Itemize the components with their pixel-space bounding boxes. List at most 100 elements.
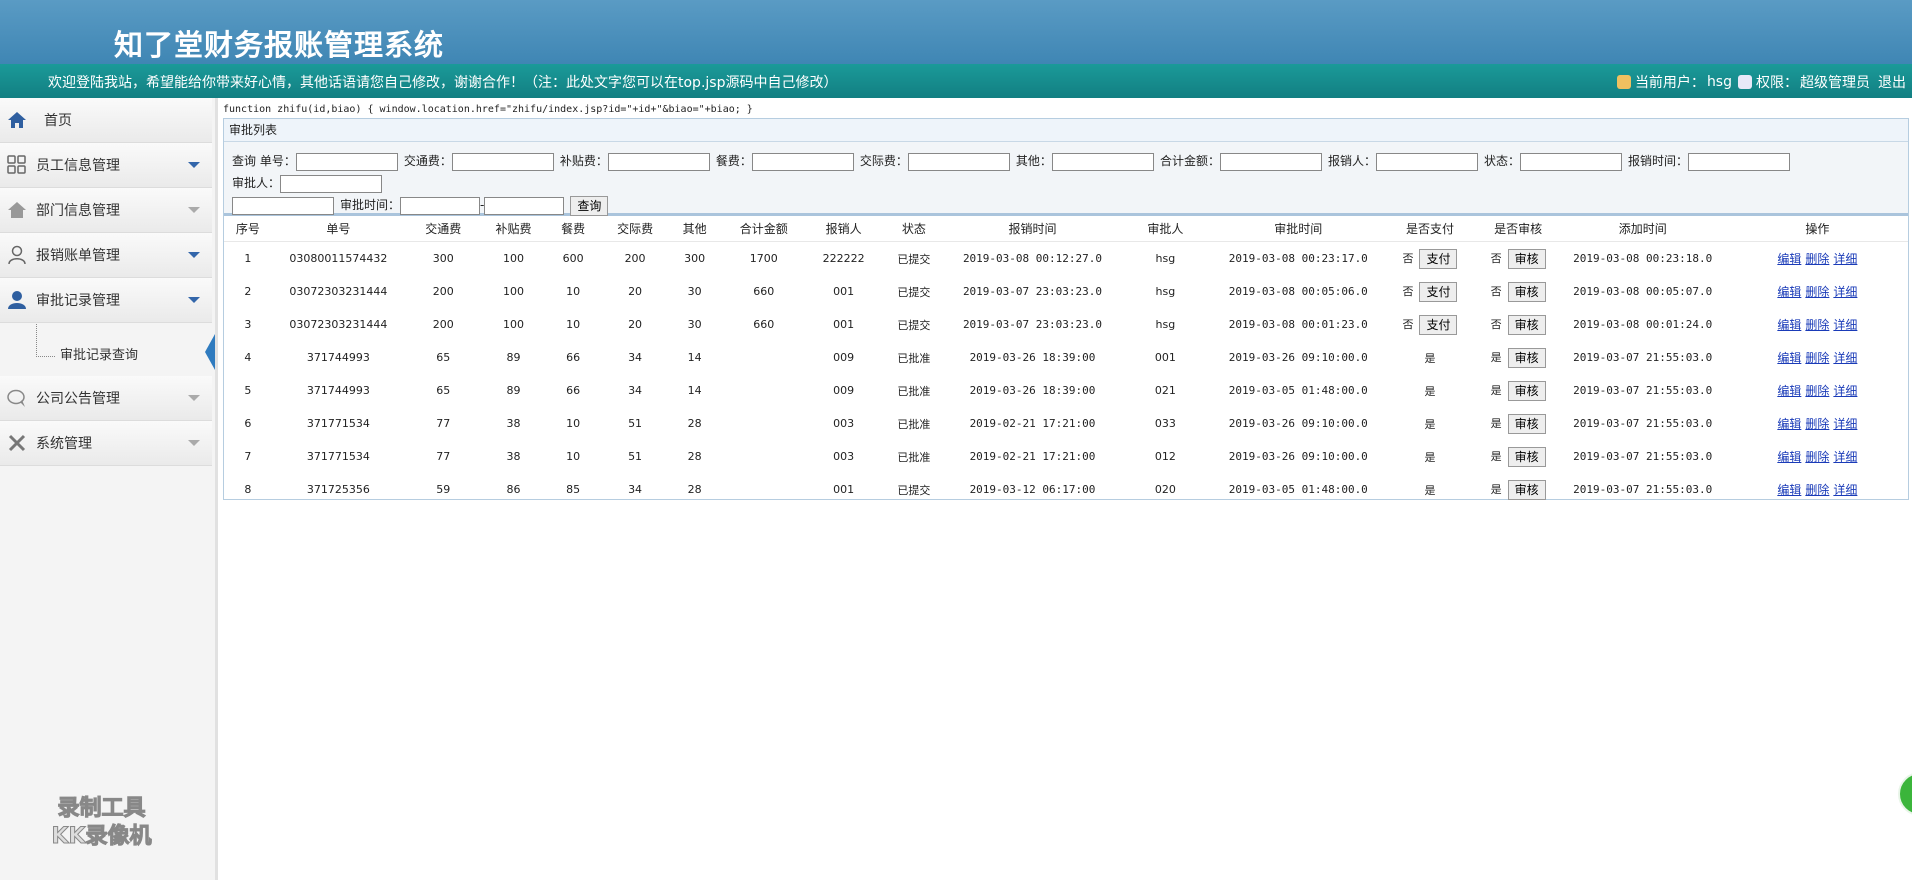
cell-social: 20 — [628, 285, 643, 298]
detail-link[interactable]: 详细 — [1833, 252, 1857, 266]
edit-link[interactable]: 编辑 — [1777, 417, 1801, 431]
search-input[interactable] — [1519, 152, 1622, 171]
pay-button[interactable]: 支付 — [1419, 281, 1458, 302]
cell-actions: 编辑 删除 详细 — [1727, 308, 1908, 341]
search-input[interactable] — [451, 152, 554, 171]
delete-link[interactable]: 删除 — [1805, 351, 1829, 365]
search-input[interactable] — [751, 152, 854, 171]
search-input[interactable] — [280, 174, 383, 193]
delete-link[interactable]: 删除 — [1805, 318, 1829, 332]
delete-link[interactable]: 删除 — [1805, 450, 1829, 464]
approver-input[interactable] — [232, 196, 334, 215]
search-input[interactable] — [1375, 152, 1478, 171]
chevron-down-icon — [188, 297, 200, 303]
review-button[interactable]: 审核 — [1507, 281, 1546, 302]
sidebar-item-label: 审批记录管理 — [36, 293, 120, 309]
cell-subsidy: 100 — [503, 285, 525, 298]
search-input[interactable] — [1051, 152, 1154, 171]
review-button[interactable]: 审核 — [1507, 314, 1546, 335]
review-button[interactable]: 审核 — [1507, 413, 1546, 434]
approve-time-start-input[interactable] — [400, 196, 481, 215]
search-input[interactable] — [1219, 152, 1322, 171]
sidebar-item-reimbursement[interactable]: 报销账单管理 — [0, 233, 212, 278]
watermark-line2: KK录像机 — [51, 824, 152, 850]
chevron-down-icon — [188, 162, 200, 168]
search-field-label: 合计金额： — [1159, 154, 1220, 168]
approve-time-end-input[interactable] — [484, 196, 565, 215]
paid-value: 是 — [1424, 417, 1436, 431]
search-form: 查询 单号： 交通费： 补贴费： 餐费： 交际费： 其他： 合计金额： 报销人： 状态： 报销时间… — [224, 142, 1908, 216]
cell-traffic: 59 — [436, 483, 451, 496]
cell-add-time: 2019-03-08 00:01:24.0 — [1573, 318, 1713, 331]
query-button[interactable]: 查询 — [570, 195, 609, 216]
cell-order: 03080011574432 — [289, 252, 388, 265]
user-outline-icon — [6, 244, 28, 266]
delete-link[interactable]: 删除 — [1805, 285, 1829, 299]
delete-link[interactable]: 删除 — [1805, 252, 1829, 266]
detail-link[interactable]: 详细 — [1833, 450, 1857, 464]
delete-link[interactable]: 删除 — [1805, 417, 1829, 431]
sidebar-subitem-approval-query[interactable]: 审批记录查询 — [60, 344, 138, 363]
search-field: 补贴费： — [560, 150, 710, 172]
edit-link[interactable]: 编辑 — [1777, 318, 1801, 332]
cell-reviewed: 是审核 — [1478, 440, 1559, 473]
review-button[interactable]: 审核 — [1507, 248, 1546, 269]
search-input[interactable] — [1688, 152, 1790, 171]
cell-status: 已批准 — [897, 417, 931, 431]
search-input[interactable] — [295, 152, 398, 171]
sidebar-item-department[interactable]: 部门信息管理 — [0, 188, 212, 233]
cell-submit-time: 2019-03-07 23:03:23.0 — [962, 285, 1103, 298]
detail-link[interactable]: 详细 — [1833, 483, 1857, 497]
search-field-label: 餐费： — [715, 154, 752, 168]
delete-link[interactable]: 删除 — [1805, 384, 1829, 398]
delete-link[interactable]: 删除 — [1805, 483, 1829, 497]
sidebar-item-announcement[interactable]: 公司公告管理 — [0, 376, 212, 421]
edit-link[interactable]: 编辑 — [1777, 351, 1801, 365]
sidebar-item-label: 公司公告管理 — [36, 391, 120, 407]
edit-link[interactable]: 编辑 — [1777, 252, 1801, 266]
sidebar-item-home[interactable]: 首页 — [0, 98, 212, 143]
pay-button[interactable]: 支付 — [1419, 314, 1458, 335]
search-field: 合计金额： — [1160, 150, 1322, 172]
cell-other: 14 — [687, 351, 702, 364]
cell-paid: 是 — [1382, 473, 1477, 506]
detail-link[interactable]: 详细 — [1833, 318, 1857, 332]
chevron-down-icon — [188, 252, 200, 258]
detail-link[interactable]: 详细 — [1833, 351, 1857, 365]
cell-approver: 001 — [1154, 351, 1176, 364]
cell-person: 001 — [833, 483, 855, 496]
review-button[interactable]: 审核 — [1507, 347, 1546, 368]
review-button[interactable]: 审核 — [1507, 479, 1546, 500]
search-field-label: 交通费： — [403, 154, 452, 168]
review-button[interactable]: 审核 — [1507, 446, 1546, 467]
detail-link[interactable]: 详细 — [1833, 384, 1857, 398]
search-field: 单号： — [260, 150, 398, 172]
cell-subsidy: 100 — [503, 318, 525, 331]
approve-time-label: 审批时间： — [340, 198, 401, 212]
sidebar-item-system[interactable]: 系统管理 — [0, 421, 212, 466]
logout-link[interactable]: 退出 — [1878, 72, 1906, 92]
detail-link[interactable]: 详细 — [1833, 285, 1857, 299]
pay-button[interactable]: 支付 — [1419, 248, 1458, 269]
cell-add-time: 2019-03-08 00:23:18.0 — [1573, 252, 1713, 265]
cell-submit-time: 2019-03-26 18:39:00 — [969, 351, 1096, 364]
review-button[interactable]: 审核 — [1507, 380, 1546, 401]
floating-badge[interactable] — [1898, 772, 1912, 816]
cell-approve-time: 2019-03-26 09:10:00.0 — [1228, 351, 1368, 364]
detail-link[interactable]: 详细 — [1833, 417, 1857, 431]
cell-approver: hsg — [1155, 318, 1176, 331]
edit-link[interactable]: 编辑 — [1777, 450, 1801, 464]
sidebar-item-approval[interactable]: 审批记录管理 — [0, 278, 212, 323]
edit-link[interactable]: 编辑 — [1777, 285, 1801, 299]
user-info: 当前用户： hsg 权限： 超级管理员 退出 — [1616, 72, 1906, 92]
sidebar-item-employee[interactable]: 员工信息管理 — [0, 143, 212, 188]
column-header: 审批时间 — [1214, 216, 1383, 242]
cell-social: 51 — [628, 417, 643, 430]
search-input[interactable] — [907, 152, 1010, 171]
column-header: 序号 — [224, 216, 272, 242]
edit-link[interactable]: 编辑 — [1777, 483, 1801, 497]
edit-link[interactable]: 编辑 — [1777, 384, 1801, 398]
sidebar-item-label: 首页 — [44, 113, 72, 129]
search-input[interactable] — [607, 152, 710, 171]
cell-other: 300 — [684, 252, 706, 265]
